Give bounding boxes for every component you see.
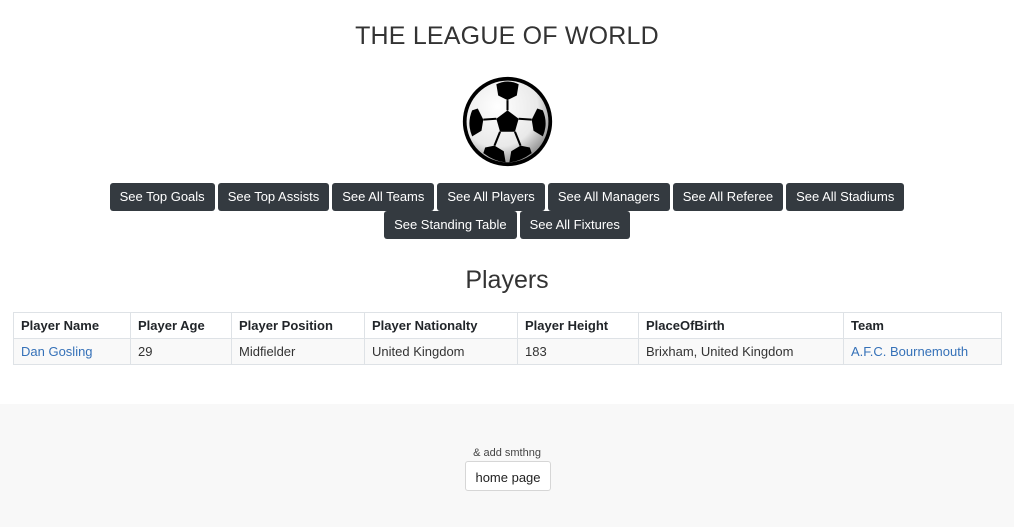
footer-note: & add smthng	[473, 447, 541, 459]
see-top-goals-button[interactable]: See Top Goals	[109, 183, 215, 211]
see-all-teams-button[interactable]: See All Teams	[332, 183, 435, 211]
column-header-team: Team	[843, 312, 1002, 339]
column-header-player-name: Player Name	[13, 312, 131, 339]
cell-team: A.F.C. Bournemouth	[843, 338, 1002, 365]
see-all-stadiums-button[interactable]: See All Stadiums	[786, 183, 905, 211]
column-header-player-position: Player Position	[231, 312, 365, 339]
player-name-link[interactable]: Dan Gosling	[21, 344, 93, 359]
players-table: Player Name Player Age Player Position P…	[13, 312, 1002, 365]
see-all-managers-button[interactable]: See All Managers	[547, 183, 670, 211]
soccer-ball-icon	[462, 76, 553, 167]
column-header-player-height: Player Height	[517, 312, 639, 339]
cell-player-height: 183	[517, 338, 639, 365]
table-row: Dan Gosling 29 Midfielder United Kingdom…	[13, 338, 1002, 365]
page: THE LEAGUE OF WORLD See Top Goals See To…	[0, 0, 1014, 527]
see-all-referee-button[interactable]: See All Referee	[672, 183, 784, 211]
footer: & add smthng home page	[0, 404, 1014, 527]
see-all-players-button[interactable]: See All Players	[437, 183, 545, 211]
section-title: Players	[465, 266, 549, 294]
team-link[interactable]: A.F.C. Bournemouth	[851, 344, 968, 359]
see-top-assists-button[interactable]: See Top Assists	[217, 183, 330, 211]
cell-player-nationality: United Kingdom	[364, 338, 518, 365]
see-all-fixtures-button[interactable]: See All Fixtures	[519, 211, 630, 239]
column-header-player-nationality: Player Nationalty	[364, 312, 518, 339]
cell-player-position: Midfielder	[231, 338, 365, 365]
table-header-row: Player Name Player Age Player Position P…	[13, 312, 1002, 339]
cell-place-of-birth: Brixham, United Kingdom	[638, 338, 844, 365]
column-header-place-of-birth: PlaceOfBirth	[638, 312, 844, 339]
home-page-button[interactable]: home page	[465, 461, 551, 491]
cell-player-name: Dan Gosling	[13, 338, 131, 365]
nav-bar: See Top Goals See Top Assists See All Te…	[50, 183, 964, 239]
column-header-player-age: Player Age	[130, 312, 232, 339]
site-title: THE LEAGUE OF WORLD	[355, 22, 659, 50]
cell-player-age: 29	[130, 338, 232, 365]
see-standing-table-button[interactable]: See Standing Table	[384, 211, 517, 239]
